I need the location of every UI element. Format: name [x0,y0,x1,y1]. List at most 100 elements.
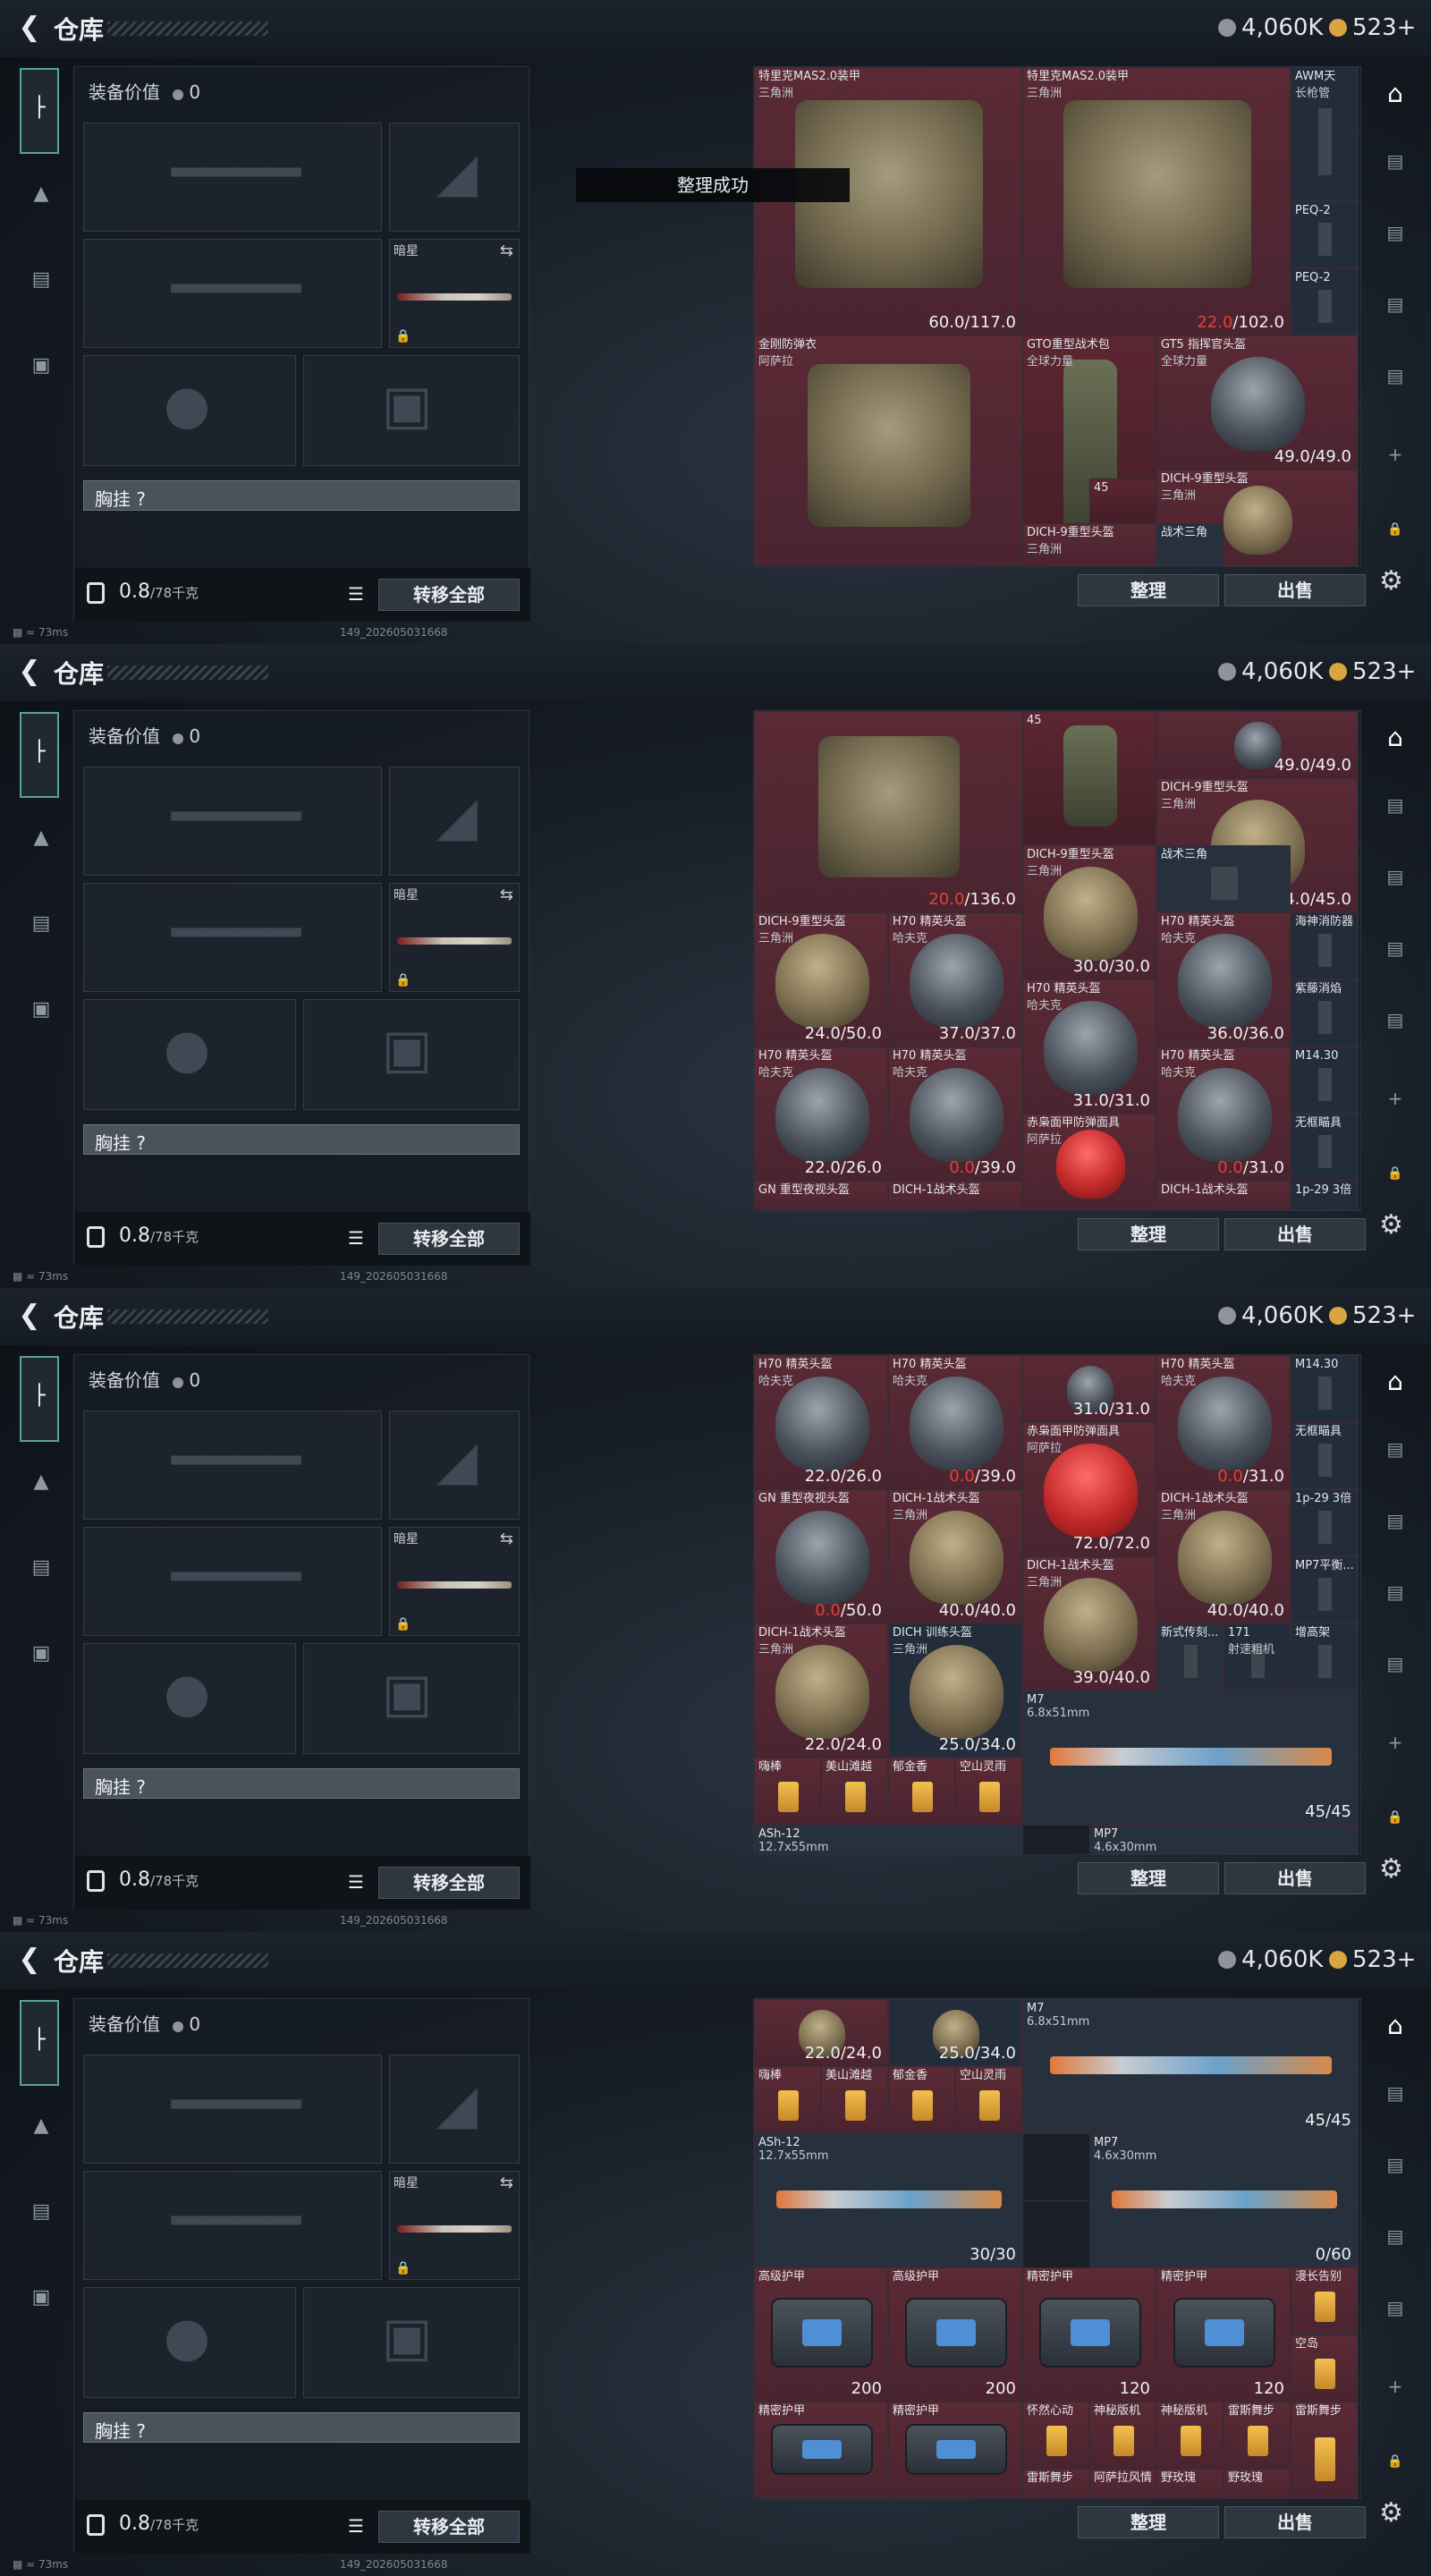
sort-button[interactable]: 整理 [1078,2506,1219,2538]
back-arrow-icon[interactable]: ❮ [14,657,45,687]
stash-item[interactable]: 战术三角 [1156,523,1224,566]
stash-item[interactable]: DICH-9重型头盔 三角洲 [1022,523,1156,566]
stash-item[interactable]: H70 精英头盔 哈夫克 0.0/39.0 [888,1046,1022,1181]
settings-gear-icon[interactable]: ⚙ [1379,1853,1403,1885]
stash-item[interactable]: 嗨棒 [754,2066,821,2133]
stash-item[interactable]: 精密护甲 120 [1022,2267,1156,2402]
stash-tab-3[interactable]: ▤ [1381,1653,1410,1682]
stash-item[interactable]: DICH 训练头盔 三角洲 25.0/34.0 [888,1623,1022,1758]
stash-tab-all[interactable]: ⌂ [1377,1367,1413,1402]
stash-item[interactable]: 阿萨拉风情 [1089,2469,1156,2498]
stash-item[interactable]: 野玫瑰 [1156,2469,1224,2498]
add-tab-icon[interactable]: + [1381,444,1410,472]
stash-tab-4[interactable]: ▤ [1381,2154,1410,2182]
stash-item[interactable]: DICH-1战术头盔 三角洲 22.0/24.0 [754,1623,888,1758]
tab-helmet[interactable]: ▲ [29,826,54,852]
stash-item[interactable]: 45 [1022,711,1156,845]
tab-armor[interactable]: ▤ [29,1556,54,1581]
back-arrow-icon[interactable]: ❮ [14,13,45,43]
sell-button[interactable]: 出售 [1224,1218,1366,1250]
secondary-weapon-slot[interactable]: ━━━━ [83,239,382,348]
back-arrow-icon[interactable]: ❮ [14,1945,45,1975]
stash-item[interactable]: 郁金香 [888,2066,955,2133]
stash-item[interactable]: 金刚防弹衣 阿萨拉 [754,335,1022,566]
stash-item[interactable]: 25.0/34.0 [888,1999,1022,2066]
stash-item[interactable]: DICH-9重型头盔 三角洲 30.0/30.0 [1022,845,1156,979]
stash-item[interactable]: 20.0/136.0 [754,711,1022,912]
tab-backpack[interactable]: ▣ [29,998,54,1023]
stash-item[interactable]: 高级护甲 200 [754,2267,888,2402]
settings-gear-icon[interactable]: ⚙ [1379,565,1403,597]
stash-tab-4[interactable]: ▤ [1381,222,1410,250]
settings-gear-icon[interactable]: ⚙ [1379,2497,1403,2529]
currency-gold[interactable]: 523+ [1329,658,1416,685]
primary-weapon-slot[interactable]: ━━━━ [83,123,382,232]
pistol-slot[interactable]: ◢ [389,767,520,876]
tab-weapons[interactable]: ├ [20,712,59,798]
chest-rig-header[interactable]: 胸挂 ? [83,1768,520,1799]
stash-item[interactable]: 雷斯舞步 [1224,2402,1291,2469]
stash-item[interactable]: H70 精英头盔 哈夫克 0.0/31.0 [1156,1046,1291,1181]
sort-button[interactable]: 整理 [1078,1862,1219,1894]
sort-button[interactable]: 整理 [1078,574,1219,606]
stash-item[interactable]: M7 6.8x51mm 45/45 [1022,1999,1358,2133]
sort-button[interactable]: 整理 [1078,1218,1219,1250]
stash-tab-5[interactable]: ▤ [1381,937,1410,966]
primary-weapon-slot[interactable]: ━━━━ [83,1411,382,1520]
stash-item[interactable]: 美山滩越 [821,1758,888,1825]
list-icon[interactable]: ☰ [341,2511,371,2543]
chest-rig-header[interactable]: 胸挂 ? [83,480,520,511]
stash-item[interactable]: PEQ-2 [1291,268,1358,335]
swap-icon[interactable]: ⇆ [500,1530,513,1548]
stash-item[interactable]: DICH-1战术头盔 [888,1181,1022,1210]
stash-item[interactable]: DICH-1战术头盔 三角洲 40.0/40.0 [1156,1489,1291,1623]
stash-tab-3[interactable]: ▤ [1381,2297,1410,2326]
pistol-slot[interactable]: ◢ [389,2055,520,2164]
stash-tab-5[interactable]: ▤ [1381,2225,1410,2254]
list-icon[interactable]: ☰ [341,579,371,611]
stash-item[interactable]: 怀然心动 [1022,2402,1089,2469]
stash-item[interactable]: DICH-9重型头盔 三角洲 24.0/50.0 [754,912,888,1046]
helmet-slot[interactable]: ● [83,355,296,466]
secondary-weapon-slot[interactable]: ━━━━ [83,2171,382,2280]
armor-slot[interactable]: ▣ [303,999,520,1110]
stash-item[interactable]: 45 [1089,479,1156,523]
back-arrow-icon[interactable]: ❮ [14,1301,45,1331]
stash-item[interactable]: H70 精英头盔 哈夫克 37.0/37.0 [888,912,1022,1046]
stash-item[interactable]: 精密护甲 120 [1156,2267,1291,2402]
stash-item[interactable]: 雷斯舞步 [1291,2402,1358,2498]
transfer-all-button[interactable]: 转移全部 [378,1867,520,1899]
stash-item[interactable]: H70 精英头盔 哈夫克 22.0/26.0 [754,1046,888,1181]
stash-tab-all[interactable]: ⌂ [1377,723,1413,758]
stash-tab-5[interactable]: ▤ [1381,293,1410,322]
add-tab-icon[interactable]: + [1381,1732,1410,1760]
melee-slot[interactable]: 暗星 ⇆ 🔒 [389,239,520,348]
stash-item[interactable]: 31.0/31.0 [1022,1355,1156,1422]
swap-icon[interactable]: ⇆ [500,242,513,260]
stash-item[interactable]: M7 6.8x51mm 45/45 [1022,1690,1358,1825]
tab-weapons[interactable]: ├ [20,68,59,154]
stash-item[interactable]: M14.30 [1291,1355,1358,1422]
helmet-slot[interactable]: ● [83,999,296,1110]
stash-item[interactable]: H70 精英头盔 哈夫克 22.0/26.0 [754,1355,888,1489]
stash-item[interactable]: H70 精英头盔 哈夫克 0.0/31.0 [1156,1355,1291,1489]
stash-item[interactable]: 49.0/49.0 [1156,711,1358,778]
tab-backpack[interactable]: ▣ [29,2286,54,2311]
stash-item[interactable]: H70 精英头盔 哈夫克 31.0/31.0 [1022,979,1156,1114]
sell-button[interactable]: 出售 [1224,1862,1366,1894]
pistol-slot[interactable]: ◢ [389,123,520,232]
stash-item[interactable]: MP7 4.6x30mm [1089,1825,1358,1854]
tab-backpack[interactable]: ▣ [29,1642,54,1667]
stash-tab-1[interactable]: ▤ [1381,150,1410,179]
stash-item[interactable]: 漫长告别 [1291,2267,1358,2334]
stash-tab-4[interactable]: ▤ [1381,1510,1410,1538]
stash-item[interactable]: 战术三角 [1156,845,1291,912]
stash-tab-all[interactable]: ⌂ [1377,2011,1413,2046]
stash-item[interactable]: 海神消防器 [1291,912,1358,979]
stash-item[interactable]: 新式传刻... [1156,1623,1224,1690]
primary-weapon-slot[interactable]: ━━━━ [83,2055,382,2164]
stash-item[interactable]: GN 重型夜视头盔 [754,1181,888,1210]
pistol-slot[interactable]: ◢ [389,1411,520,1520]
melee-slot[interactable]: 暗星 ⇆ 🔒 [389,1527,520,1636]
swap-icon[interactable]: ⇆ [500,886,513,904]
